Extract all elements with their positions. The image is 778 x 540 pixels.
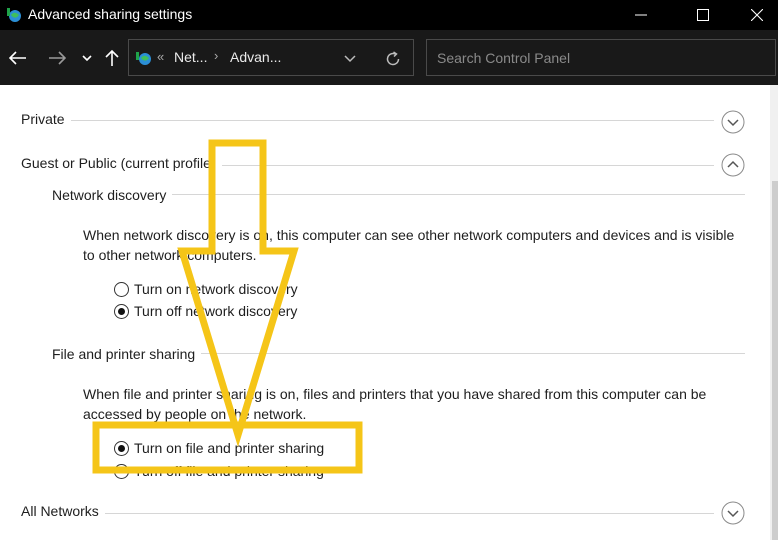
radio-button-selected[interactable]	[114, 440, 129, 456]
title-bar: Advanced sharing settings	[0, 0, 778, 30]
network-globe-icon	[7, 8, 21, 22]
chevron-down-circle-icon[interactable]	[721, 501, 745, 525]
breadcrumb-network[interactable]: Net...	[174, 49, 207, 65]
radio-label[interactable]: Turn off file and printer sharing	[134, 463, 324, 479]
radio-button[interactable]	[114, 463, 129, 479]
navigation-bar: « Net... › Advan...	[0, 30, 778, 85]
window-title: Advanced sharing settings	[28, 6, 193, 22]
section-private[interactable]: Private	[21, 111, 71, 127]
search-box[interactable]	[426, 39, 776, 76]
minimize-icon	[635, 14, 647, 16]
breadcrumb-advanced[interactable]: Advan...	[230, 49, 281, 65]
close-icon	[751, 9, 763, 21]
arrow-up-icon	[105, 49, 119, 66]
radio-network-discovery-on[interactable]: Turn on network discovery	[114, 279, 298, 299]
refresh-icon[interactable]	[383, 49, 403, 69]
recent-locations-button[interactable]	[78, 44, 96, 72]
chevron-down-icon[interactable]	[342, 51, 358, 67]
search-input[interactable]	[427, 40, 775, 75]
radio-button-selected[interactable]	[114, 303, 129, 319]
scrollbar-thumb[interactable]	[772, 181, 778, 540]
section-divider	[21, 513, 714, 514]
chevron-up-circle-icon[interactable]	[721, 153, 745, 177]
radio-file-sharing-off[interactable]: Turn off file and printer sharing	[114, 461, 324, 481]
section-guest-public[interactable]: Guest or Public (current profile)	[21, 155, 222, 171]
arrow-right-icon	[49, 51, 66, 65]
network-discovery-heading: Network discovery	[52, 187, 173, 203]
radio-file-sharing-on[interactable]: Turn on file and printer sharing	[114, 438, 324, 458]
maximize-icon	[697, 9, 709, 21]
maximize-button[interactable]	[680, 0, 726, 30]
section-divider	[21, 120, 714, 121]
up-button[interactable]	[102, 44, 122, 72]
file-printer-sharing-heading: File and printer sharing	[52, 346, 202, 362]
arrow-left-icon	[9, 51, 26, 65]
settings-content: Private Guest or Public (current profile…	[0, 85, 778, 540]
radio-network-discovery-off[interactable]: Turn off network discovery	[114, 301, 297, 321]
forward-button[interactable]	[46, 44, 68, 72]
chevron-down-circle-icon[interactable]	[721, 110, 745, 134]
close-button[interactable]	[734, 0, 778, 30]
breadcrumb-overflow[interactable]: «	[157, 49, 164, 64]
breadcrumb-separator[interactable]: ›	[214, 48, 218, 63]
radio-label[interactable]: Turn on network discovery	[134, 281, 298, 297]
address-bar[interactable]: « Net... › Advan...	[128, 39, 414, 76]
radio-label[interactable]: Turn on file and printer sharing	[134, 440, 324, 456]
network-globe-icon	[136, 52, 151, 65]
minimize-button[interactable]	[618, 0, 664, 30]
network-discovery-description: When network discovery is on, this compu…	[83, 227, 735, 263]
radio-button[interactable]	[114, 281, 129, 297]
section-all-networks[interactable]: All Networks	[21, 503, 105, 519]
file-printer-sharing-description: When file and printer sharing is on, fil…	[83, 386, 707, 422]
back-button[interactable]	[6, 44, 30, 72]
radio-label[interactable]: Turn off network discovery	[134, 303, 297, 319]
chevron-down-icon	[82, 55, 92, 62]
